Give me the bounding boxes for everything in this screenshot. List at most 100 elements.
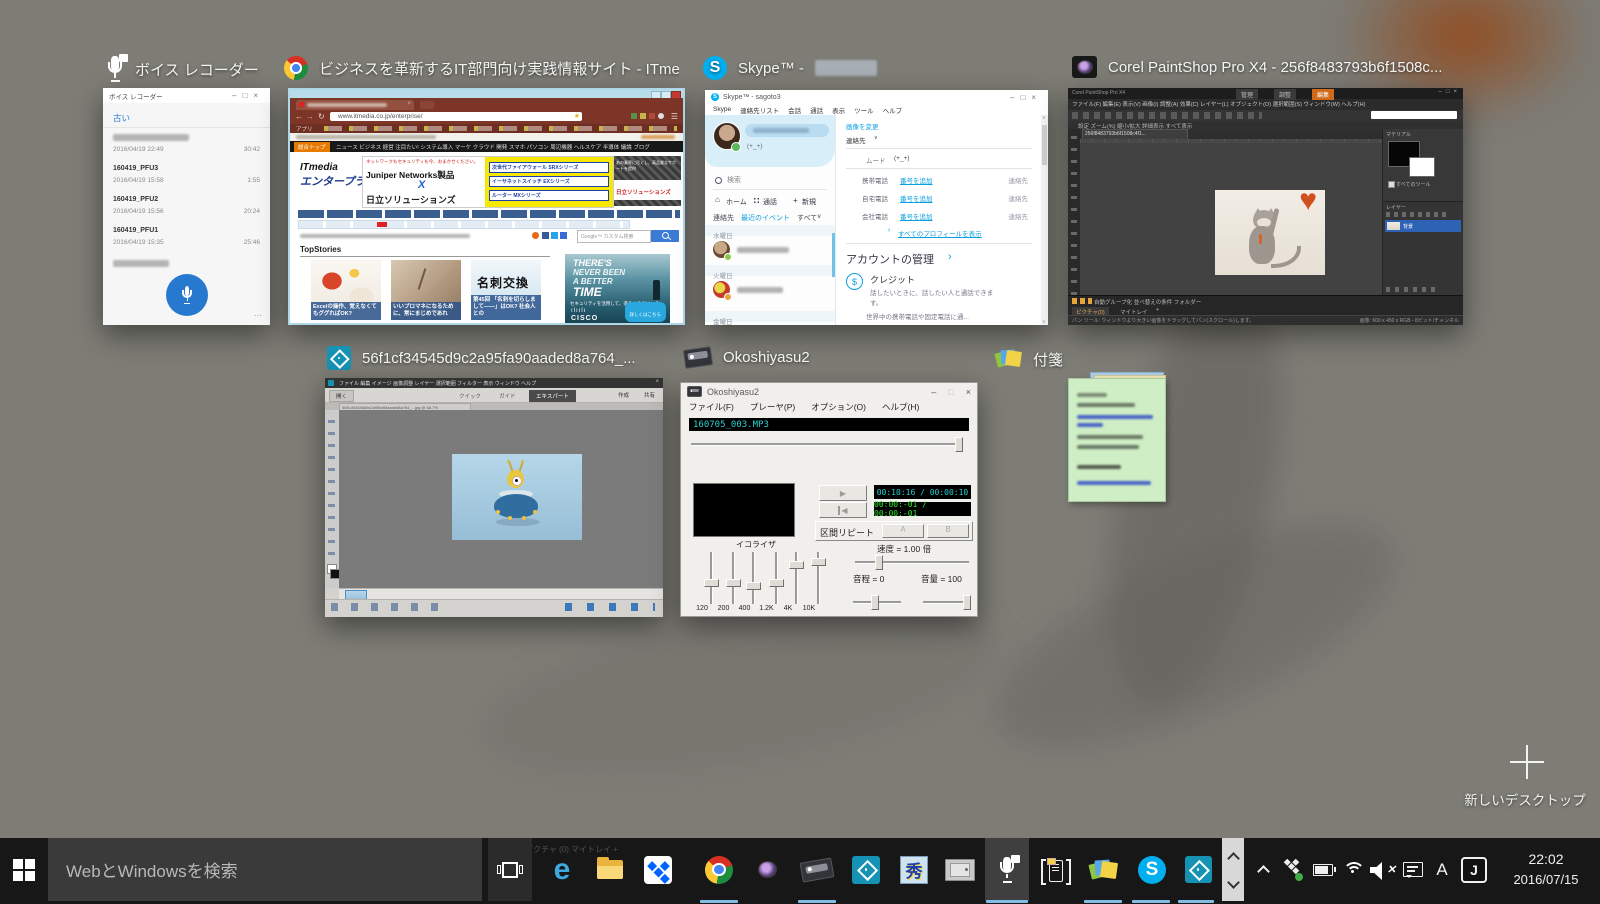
address-bar: www.itmedia.co.jp/enterprise/ ★ <box>330 112 582 121</box>
close-icon: × <box>253 91 264 100</box>
more-icon: ⋯ <box>254 311 262 320</box>
tray-j-app[interactable]: J <box>1458 838 1490 901</box>
thumbnail-label-chrome[interactable]: ビジネスを革新するIT部門向け実践情報サイト - ITmed... <box>284 56 679 80</box>
redacted-note-link <box>1077 423 1103 427</box>
pitch-thumb <box>871 595 879 610</box>
day-header-text: 金曜日 <box>713 319 733 325</box>
chevron-down-icon: ∨ <box>817 214 822 220</box>
taskbar-voice-recorder[interactable] <box>985 838 1029 901</box>
taskbar-okoshiyasu[interactable] <box>795 838 839 901</box>
ad-brand-strip: 日立ソリューションズ <box>614 180 681 200</box>
taskbar-scanner-app[interactable] <box>1034 838 1078 901</box>
tray-ime[interactable]: A <box>1430 838 1454 901</box>
tray-chevron-button[interactable] <box>1250 838 1276 901</box>
safe-icon <box>945 858 975 881</box>
add-number-link: 番号を追加 <box>900 196 933 203</box>
seek-thumb <box>955 437 963 452</box>
tray-battery[interactable] <box>1308 838 1338 901</box>
chrome-window[interactable]: × ← → ↻ www.itmedia.co.jp/enterprise/ ★ … <box>288 88 685 325</box>
cta-text: 詳しくはこちら <box>629 312 662 317</box>
skype-window[interactable]: S Skype™ - sagoto3 –□× Skype 連絡先リスト 会話 通… <box>705 90 1048 325</box>
article-caption: いいプロマネになるために、常にまじめであれ <box>391 301 461 320</box>
taskbar-safe-app[interactable] <box>938 838 982 901</box>
okoshiyasu-window[interactable]: Okoshiyasu2 – □ × ファイル(F) プレーヤ(P) オプション(… <box>680 382 978 617</box>
toolbar-icons-right-strip <box>565 603 655 611</box>
task-view-button[interactable] <box>488 838 532 901</box>
sticky-note-stack[interactable] <box>1068 372 1166 502</box>
volume-label: 音量 = 100 <box>921 574 962 584</box>
taskbar-edge[interactable]: e <box>540 838 584 901</box>
mypage-link <box>641 135 675 139</box>
taskbar-file-explorer[interactable] <box>588 838 632 901</box>
redacted-contact-name <box>737 287 783 293</box>
extension-icon <box>631 113 637 119</box>
running-indicator <box>986 900 1028 903</box>
tab-contacts: 連絡先 <box>713 215 734 222</box>
organizer-tab-add: + <box>1156 307 1160 313</box>
chevron-down-icon: ∨ <box>874 135 878 141</box>
taskbar-chrome[interactable] <box>697 838 741 901</box>
tray-wifi[interactable] <box>1340 838 1366 901</box>
taskbar-skype[interactable]: S <box>1130 838 1174 901</box>
running-indicator <box>1084 900 1122 903</box>
record-button <box>166 274 208 316</box>
thumbnail-label-okoshiyasu[interactable]: Okoshiyasu2 <box>682 346 810 369</box>
cassette-icon <box>687 386 702 397</box>
layer-thumbnail <box>1387 222 1400 230</box>
organizer-icons-strip <box>1072 298 1092 304</box>
tab-recent-events: 最近のイベント <box>741 215 790 222</box>
thumbnail-label-pse[interactable]: 56f1cf34545d9c2a95fa90aaded8a764_... <box>327 346 636 370</box>
maximize-icon: □ <box>948 386 954 397</box>
voice-recorder-window[interactable]: ボイス レコーダー –□× 古い 2016/04/19 22:49 30:42 … <box>103 88 270 325</box>
taskbar-hidemaru[interactable]: 秀 <box>892 838 936 901</box>
taskbar-paintshop[interactable] <box>746 838 790 901</box>
home-icon: ⌂ <box>715 195 720 204</box>
play-icon: ▶ <box>839 488 847 498</box>
taskbar-dropbox[interactable] <box>636 838 680 901</box>
tray-dropbox[interactable] <box>1278 838 1306 901</box>
speed-thumb <box>875 555 883 570</box>
taskbar-sticky-notes[interactable] <box>1082 838 1126 901</box>
start-button[interactable] <box>0 838 48 901</box>
tray-action-center[interactable] <box>1398 838 1428 901</box>
scanner-icon <box>1041 857 1071 885</box>
titlebar: Corel PaintShop Pro X4 管理 調整 編集 –□× <box>1068 88 1463 100</box>
day-header: 火曜日 <box>705 265 835 280</box>
canvas-area: ♥ <box>1080 139 1382 295</box>
thumbnail-label-text: 付箋 <box>1033 351 1064 369</box>
top-stories-heading: TopStories <box>300 245 342 254</box>
thumbnail-label-paintshop[interactable]: Corel PaintShop Pro X4 - 256f8483793b6f1… <box>1072 56 1442 78</box>
phone-label: 自宅電話 <box>862 196 888 203</box>
pse-window[interactable]: ファイル 編集 イメージ 画像調整 レイヤー 選択範囲 フィルター 表示 ウィン… <box>325 378 663 617</box>
new-desktop-button[interactable]: 新しいデスクトップ <box>1450 745 1600 815</box>
redacted-note-line <box>1077 403 1135 407</box>
thumbnail-label-sticky[interactable]: 付箋 <box>994 348 1064 370</box>
article-caption: Excelの操作、覚えなくてもググればOK? <box>311 301 381 320</box>
thumbnail-label-skype[interactable]: S Skype™ - <box>703 56 877 80</box>
right-panel: マテリアル すべてのツール レイヤー 背景 <box>1382 129 1463 295</box>
taskbar-pse-editor[interactable] <box>844 838 888 901</box>
cisco-line: THERE'S <box>573 258 612 268</box>
paintshop-window[interactable]: Corel PaintShop Pro X4 管理 調整 編集 –□× ファイル… <box>1068 88 1463 325</box>
tray-clock[interactable]: 22:02 2016/07/15 <box>1498 838 1594 901</box>
nav-home-label: ホーム <box>726 199 747 206</box>
windows-logo-icon <box>13 858 35 881</box>
paintshop-icon <box>753 856 783 883</box>
eq-slider-200 <box>724 552 742 604</box>
search-placeholder: WebとWindowsを検索 <box>66 862 238 881</box>
redacted-contact-name <box>737 247 789 253</box>
ufo-dot <box>508 516 512 520</box>
reload-icon: ↻ <box>318 112 325 121</box>
cisco-line: TIME <box>573 285 602 299</box>
eq-band-labels: 120 200 400 1.2K 4K 10K <box>691 605 841 612</box>
tray-volume[interactable]: ✕ <box>1368 838 1396 901</box>
taskbar-scroll-strip[interactable] <box>1222 838 1244 901</box>
thumbnail-label-voice-recorder[interactable]: ボイス レコーダー <box>106 54 259 82</box>
ad-brand: Juniper Networks製品 <box>366 170 455 180</box>
credit-heading: クレジット <box>870 275 916 285</box>
category-links-row-2 <box>298 220 630 229</box>
taskbar-pse-organizer[interactable] <box>1176 838 1220 901</box>
all-tools-label: すべてのツール <box>1396 182 1431 188</box>
search-box[interactable]: WebとWindowsを検索 <box>48 838 482 901</box>
tool-strip <box>325 410 340 588</box>
